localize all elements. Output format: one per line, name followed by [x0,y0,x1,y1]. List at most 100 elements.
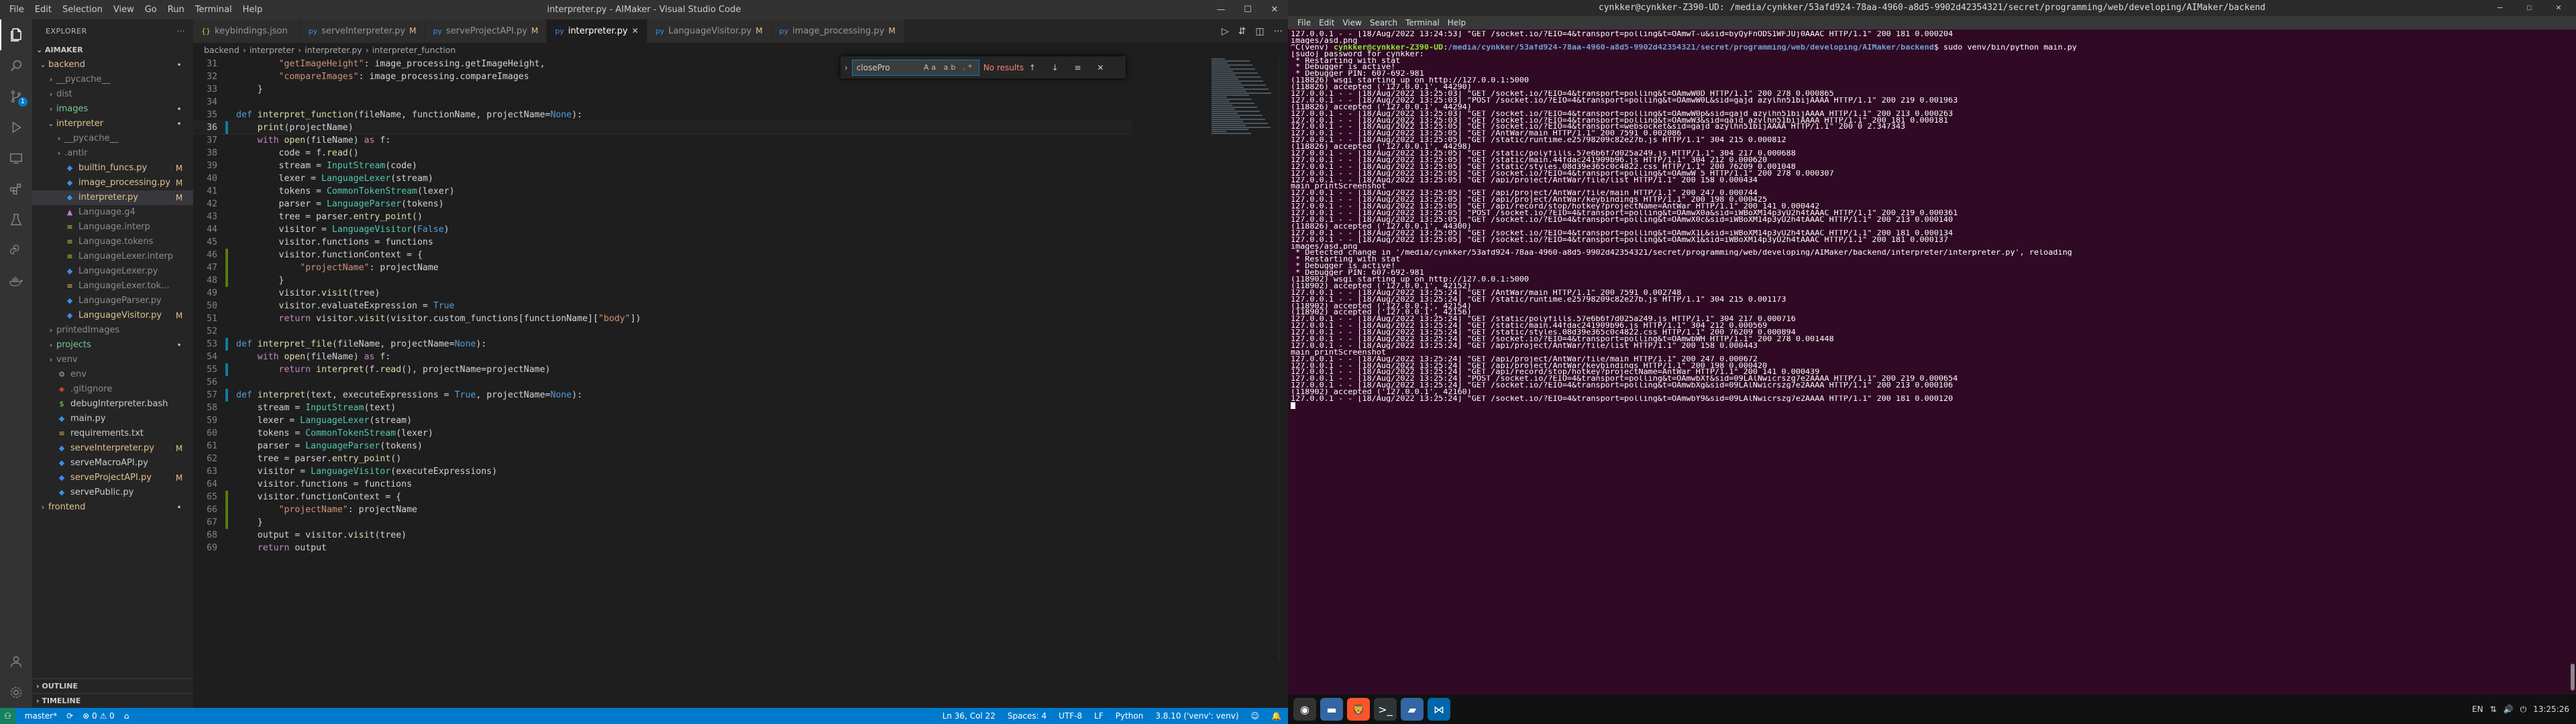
minimize-button[interactable]: — [1208,0,1234,19]
editor-tab[interactable]: py image_processing.py M [771,19,904,43]
code-line[interactable]: 62 tree = parser.entry_point() [193,452,1132,465]
tree-file[interactable]: ◆ interpreter.py M [32,190,193,205]
editor-tab[interactable]: py serveInterpreter.py M [300,19,425,43]
minimap[interactable] [1212,58,1279,138]
breadcrumb-item[interactable]: interpreter.py [305,45,362,55]
power-icon[interactable]: ⏻ [2520,705,2527,715]
tree-file[interactable]: $ debugInterpreter.bash [32,397,193,412]
tree-folder[interactable]: ⌄ backend • [32,58,193,72]
timeline-section[interactable]: › TIMELINE [32,693,193,708]
code-line[interactable]: 56 [193,376,1132,389]
editor-tab[interactable]: {} keybindings.json [193,19,301,43]
code-line[interactable]: 47 "projectName": projectName [193,261,1132,274]
tree-file[interactable]: ◆ serveProjectAPI.py M [32,471,193,485]
explorer-more-actions[interactable]: ··· [177,19,185,43]
code-line[interactable]: 40 lexer = LanguageLexer(stream) [193,172,1132,185]
remote-indicator[interactable]: ⚇ [0,708,15,724]
editor-tab[interactable]: py interpreter.py ✕ [547,19,647,43]
tree-file[interactable]: ◆ builtin_funcs.py M [32,161,193,176]
code-line[interactable]: 67 } [193,516,1132,529]
terminal-icon[interactable]: >_ [1374,698,1397,721]
find-options[interactable]: Aa ab .* [924,60,975,75]
terminal-window-controls[interactable]: — ☐ ✕ [2498,0,2571,16]
git-branch[interactable]: master* [25,711,57,721]
extensions-icon[interactable] [0,174,32,204]
tree-folder[interactable]: › printedImages [32,323,193,338]
sync-icon[interactable]: ⟳ [66,711,73,721]
code-line[interactable]: 52 [193,325,1132,338]
tree-file[interactable]: ◆ LanguageParser.py [32,294,193,308]
code-line[interactable]: 33 } [193,83,1132,96]
code-line[interactable]: 45 visitor.functions = functions [193,236,1132,249]
breadcrumb-item[interactable]: interpreter [250,45,294,55]
notifications-bell-icon[interactable]: 🔔 [1271,711,1281,721]
menu-item-terminal[interactable]: Terminal [190,0,237,19]
code-line[interactable]: 68 output = visitor.visit(tree) [193,529,1132,542]
code-line[interactable]: 36 print(projectName) [193,121,1132,135]
code-line[interactable]: 44 visitor = LanguageVisitor(False) [193,223,1132,236]
code-line[interactable]: 61 parser = LanguageParser(tokens) [193,440,1132,452]
tree-file[interactable]: ◆ serveMacroAPI.py [32,456,193,471]
tree-file[interactable]: ⚙ env [32,367,193,382]
brave-icon[interactable]: 🦁 [1347,698,1370,721]
menu-item-go[interactable]: Go [140,0,162,19]
maximize-button[interactable]: ☐ [1234,0,1261,19]
breadcrumb-item[interactable]: backend [204,45,239,55]
tree-file[interactable]: ◆ serveInterpreter.py M [32,441,193,456]
code-line[interactable]: 37 with open(fileName) as f: [193,134,1132,147]
indentation[interactable]: Spaces: 4 [1008,711,1046,721]
network-icon[interactable]: ⇅ [2490,705,2497,714]
tree-folder[interactable]: › __pycache__ [32,131,193,146]
code-line[interactable]: 51 return visitor.visit(visitor.custom_f… [193,312,1132,325]
feedback-icon[interactable]: ☺ [1251,711,1260,721]
code-editor[interactable]: 31 "getImageHeight": image_processing.ge… [193,58,1132,581]
tree-file[interactable]: ◈ .gitignore [32,382,193,397]
tree-folder[interactable]: › __pycache__ [32,72,193,87]
tree-file[interactable]: ◆ LanguageLexer.py [32,264,193,279]
python-interpreter[interactable]: 3.8.10 ('venv': venv) [1155,711,1238,721]
folder-icon[interactable]: ▰ [1401,698,1424,721]
compare-icon[interactable]: ⇵ [1238,26,1246,37]
code-line[interactable]: 60 tokens = CommonTokenStream(lexer) [193,427,1132,440]
encoding[interactable]: UTF-8 [1059,711,1082,721]
problems-indicator[interactable]: ⊗ 0 ⚠ 0 [83,711,115,721]
tree-file[interactable]: ◆ servePublic.py [32,485,193,500]
code-line[interactable]: 35 def interpret_function(fileName, funct… [193,109,1132,121]
run-icon[interactable]: ▷ [1222,26,1229,37]
find-input[interactable]: closePro Aa ab .* [851,59,979,76]
terminal-menu-search[interactable]: Search [1366,16,1401,29]
tree-file[interactable]: ≡ requirements.txt [32,426,193,441]
testing-icon[interactable] [0,204,32,235]
code-line[interactable]: 50 visitor.evaluateExpression = True [193,300,1132,312]
python-icon[interactable] [0,235,32,266]
tree-file[interactable]: ≡ Language.tokens [32,235,193,249]
code-line[interactable]: 53 def interpret_file(fileName, projectNa… [193,338,1132,351]
editor-tab[interactable]: py LanguageVisitor.py M [647,19,771,43]
menu-item-view[interactable]: View [108,0,140,19]
eol[interactable]: LF [1094,711,1104,721]
code-line[interactable]: 43 tree = parser.entry_point() [193,210,1132,223]
terminal-scrollbar[interactable] [2571,664,2575,690]
remote-explorer-icon[interactable] [0,143,32,174]
tree-folder[interactable]: ⌄ interpreter • [32,117,193,131]
home-icon[interactable]: ⌂ [124,711,129,721]
tree-file[interactable]: ◆ image_processing.py M [32,176,193,190]
code-line[interactable]: 64 visitor.functions = functions [193,478,1132,491]
find-toggle-replace[interactable]: › [845,63,848,72]
menu-item-run[interactable]: Run [162,0,190,19]
terminal-menu-edit[interactable]: Edit [1315,16,1338,29]
terminal-prompt-line[interactable] [1291,402,2573,409]
workspace-section[interactable]: ⌄ AIMAKER [32,43,193,58]
editor-tab[interactable]: py serveProjectAPI.py M [425,19,547,43]
language-mode[interactable]: Python [1116,711,1144,721]
terminal-menu-view[interactable]: View [1338,16,1365,29]
menu-item-edit[interactable]: Edit [30,0,57,19]
code-line[interactable]: 34 [193,96,1132,109]
tree-file[interactable]: ≡ LanguageLexer.tokens [32,279,193,294]
tree-file[interactable]: ≡ LanguageLexer.interp [32,249,193,264]
terminal-output[interactable]: 127.0.0.1 - - [18/Aug/2022 13:24:53] "GE… [1288,29,2576,695]
settings-gear-icon[interactable] [0,677,32,708]
terminal-menu-terminal[interactable]: Terminal [1401,16,1444,29]
code-line[interactable]: 63 visitor = LanguageVisitor(executeExpr… [193,465,1132,478]
tree-folder[interactable]: › images • [32,102,193,117]
